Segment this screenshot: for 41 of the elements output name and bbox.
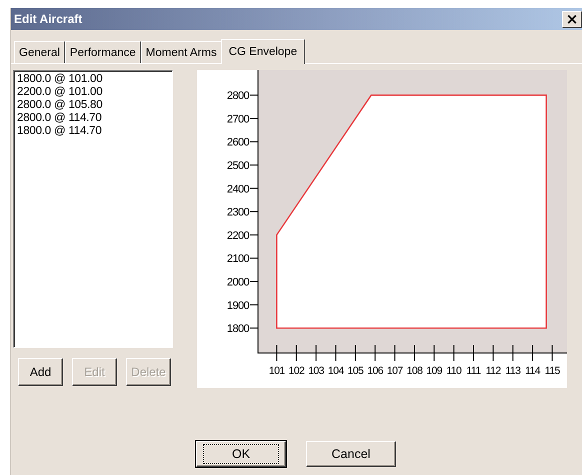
- y-tick-label: 2200: [226, 230, 249, 242]
- window-title: Edit Aircraft: [14, 12, 82, 26]
- tab[interactable]: Performance: [64, 41, 141, 63]
- dialog-button[interactable]: OK: [196, 441, 286, 467]
- x-tick-label: 104: [328, 365, 344, 377]
- x-tick-label: 112: [486, 365, 501, 377]
- list-item[interactable]: 2200.0 @ 101.00: [17, 86, 172, 99]
- dialog-button[interactable]: Cancel: [306, 441, 396, 467]
- tab[interactable]: Moment Arms: [140, 41, 222, 63]
- y-tick-label: 2100: [226, 253, 249, 266]
- y-tick-label: 2800: [226, 90, 249, 102]
- x-tick-label: 106: [367, 365, 383, 377]
- tab[interactable]: CG Envelope: [220, 39, 306, 64]
- x-tick-label: 103: [308, 365, 324, 377]
- x-tick-label: 114: [525, 365, 540, 377]
- x-tick-label: 108: [406, 365, 422, 377]
- x-tick-label: 107: [386, 365, 403, 377]
- list-item[interactable]: 2800.0 @ 114.70: [17, 112, 172, 125]
- tab[interactable]: General: [14, 41, 65, 63]
- x-tick-label: 102: [288, 365, 304, 377]
- y-tick-label: 2600: [226, 136, 249, 149]
- list-item[interactable]: 2800.0 @ 105.80: [17, 99, 172, 112]
- y-tick-label: 1900: [226, 300, 249, 312]
- x-tick-label: 115: [544, 365, 560, 377]
- y-tick-label: 2400: [226, 183, 249, 196]
- x-tick-label: 113: [505, 365, 520, 377]
- list-item[interactable]: 1800.0 @ 114.70: [17, 125, 172, 138]
- y-tick-label: 2300: [226, 206, 249, 219]
- list-item[interactable]: 1800.0 @ 101.00: [17, 73, 172, 86]
- close-button[interactable]: ×: [562, 10, 582, 28]
- y-tick-label: 2000: [226, 276, 249, 288]
- points-list[interactable]: 1800.0 @ 101.00 2200.0 @ 101.00 2800.0 @ 105.80 2800.0 @ 114.70 1800.0 @ 114.70: [13, 70, 173, 348]
- y-tick-label: 2500: [226, 160, 249, 172]
- x-tick-label: 109: [426, 365, 442, 377]
- y-tick-label: 1800: [226, 323, 249, 336]
- list-action-button[interactable]: Add: [18, 358, 63, 386]
- x-tick-label: 101: [268, 365, 285, 377]
- x-tick-label: 110: [446, 365, 462, 377]
- x-tick-label: 111: [466, 365, 481, 377]
- y-tick-label: 2700: [226, 113, 249, 126]
- x-tick-label: 105: [348, 365, 364, 377]
